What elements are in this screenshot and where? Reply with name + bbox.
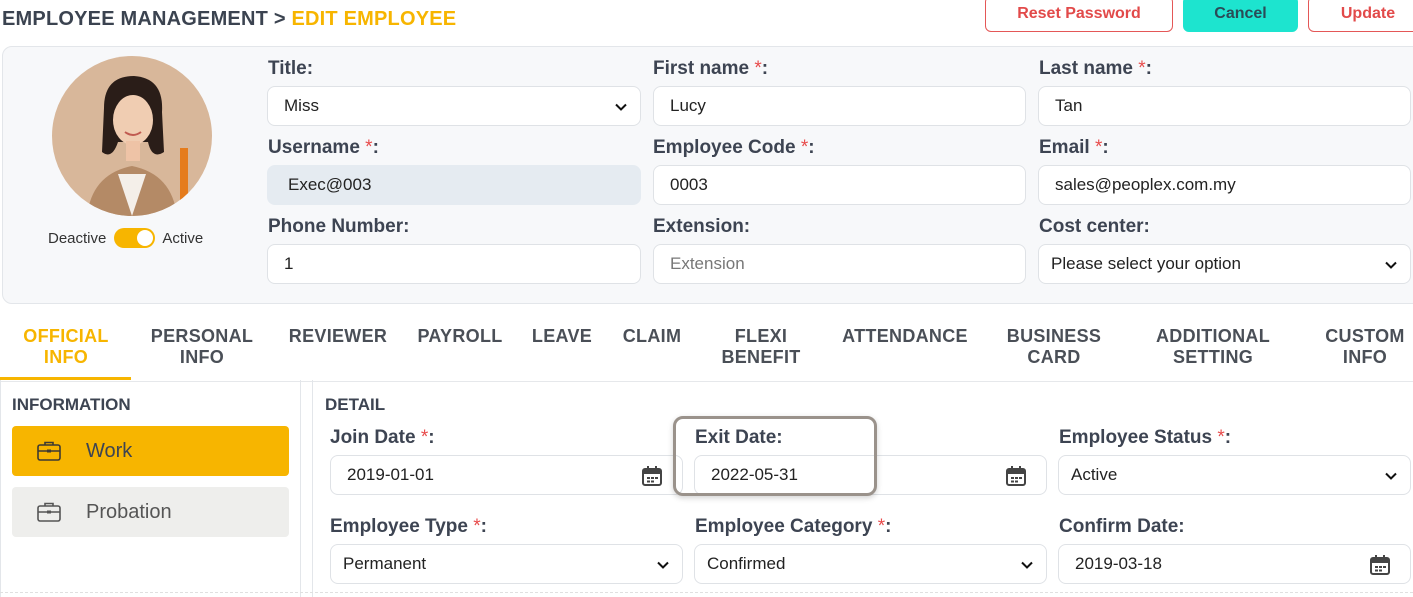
join-date-value: 2019-01-01 — [347, 465, 434, 484]
employee-code-value: 0003 — [670, 175, 708, 194]
deactive-label: Deactive — [48, 229, 107, 247]
employee-category-label: Employee Category *: — [695, 516, 892, 537]
tab-official-info[interactable]: OFFICIAL INFO — [14, 326, 118, 368]
first-name-input[interactable]: Lucy — [653, 86, 1026, 126]
tab-reviewer[interactable]: REVIEWER — [284, 326, 392, 347]
confirm-date-label: Confirm Date: — [1059, 516, 1185, 537]
exit-date-label: Exit Date: — [695, 427, 783, 448]
chevron-down-icon — [657, 561, 669, 569]
cancel-button[interactable]: Cancel — [1183, 0, 1298, 32]
calendar-icon[interactable] — [1368, 553, 1392, 577]
title-value: Miss — [284, 96, 319, 115]
employee-status-label: Employee Status *: — [1059, 427, 1232, 448]
phone-input[interactable]: 1 — [267, 244, 641, 284]
exit-date-value: 2022-05-31 — [711, 465, 798, 484]
username-value: Exec@003 — [288, 175, 372, 194]
employee-code-label: Employee Code *: — [653, 137, 815, 158]
tab-additional-setting[interactable]: ADDITIONAL SETTING — [1148, 326, 1278, 368]
cost-center-value: Please select your option — [1051, 254, 1241, 273]
briefcase-icon — [37, 502, 61, 522]
sidebar-item-work[interactable]: Work — [12, 426, 289, 476]
tab-leave[interactable]: LEAVE — [528, 326, 596, 347]
tab-payroll[interactable]: PAYROLL — [414, 326, 506, 347]
employee-type-value: Permanent — [343, 554, 427, 573]
status-toggle-row: Deactive Active — [48, 228, 203, 248]
chevron-down-icon — [1385, 261, 1397, 269]
breadcrumb: EMPLOYEE MANAGEMENT > EDIT EMPLOYEE — [2, 8, 456, 31]
sidebar-item-label: Work — [86, 439, 133, 462]
active-label: Active — [162, 229, 204, 247]
last-name-label: Last name *: — [1039, 58, 1152, 79]
username-label: Username *: — [268, 137, 379, 158]
information-title: INFORMATION — [12, 395, 131, 414]
reset-password-button[interactable]: Reset Password — [985, 0, 1173, 32]
title-label: Title: — [268, 58, 314, 79]
extension-placeholder: Extension — [670, 254, 745, 273]
cost-center-label: Cost center: — [1039, 216, 1150, 237]
email-value: sales@peoplex.com.my — [1055, 175, 1236, 194]
employee-category-select[interactable]: Confirmed — [694, 544, 1047, 584]
employee-category-value: Confirmed — [707, 554, 786, 573]
chevron-down-icon — [615, 103, 627, 111]
tab-attendance[interactable]: ATTENDANCE — [836, 326, 974, 347]
cost-center-select[interactable]: Please select your option — [1038, 244, 1411, 284]
chevron-down-icon — [1385, 472, 1397, 480]
divider — [0, 592, 1413, 597]
join-date-input[interactable]: 2019-01-01 — [330, 455, 683, 495]
update-button[interactable]: Update — [1308, 0, 1413, 32]
title-select[interactable]: Miss — [267, 86, 641, 126]
avatar-image — [52, 56, 212, 216]
breadcrumb-current: EDIT EMPLOYEE — [291, 8, 457, 30]
last-name-value: Tan — [1055, 96, 1083, 115]
tab-flexi-benefit[interactable]: FLEXI BENEFIT — [716, 326, 806, 368]
employee-type-select[interactable]: Permanent — [330, 544, 683, 584]
join-date-label: Join Date *: — [330, 427, 435, 448]
briefcase-icon — [37, 441, 61, 461]
calendar-icon[interactable] — [1004, 464, 1028, 488]
employee-status-value: Active — [1071, 465, 1118, 484]
extension-input[interactable]: Extension — [653, 244, 1026, 284]
chevron-down-icon — [1021, 561, 1033, 569]
phone-label: Phone Number: — [268, 216, 410, 237]
tab-custom-info[interactable]: CUSTOM INFO — [1320, 326, 1410, 368]
calendar-icon[interactable] — [640, 464, 664, 488]
last-name-input[interactable]: Tan — [1038, 86, 1411, 126]
tab-business-card[interactable]: BUSINESS CARD — [1002, 326, 1106, 368]
breadcrumb-separator: > — [273, 8, 286, 30]
tab-claim[interactable]: CLAIM — [618, 326, 686, 347]
email-label: Email *: — [1039, 137, 1109, 158]
breadcrumb-root[interactable]: EMPLOYEE MANAGEMENT — [2, 8, 268, 30]
employee-code-input[interactable]: 0003 — [653, 165, 1026, 205]
tab-personal-info[interactable]: PERSONAL INFO — [146, 326, 258, 368]
phone-value: 1 — [284, 254, 294, 273]
toggle-knob — [137, 230, 154, 246]
email-input[interactable]: sales@peoplex.com.my — [1038, 165, 1411, 205]
status-toggle[interactable] — [114, 228, 156, 248]
confirm-date-input[interactable]: 2019-03-18 — [1058, 544, 1411, 584]
avatar[interactable] — [52, 56, 212, 216]
confirm-date-value: 2019-03-18 — [1075, 554, 1162, 573]
exit-date-input[interactable]: 2022-05-31 — [694, 455, 1047, 495]
first-name-label: First name *: — [653, 58, 769, 79]
detail-title: DETAIL — [325, 395, 386, 414]
username-input: Exec@003 — [267, 165, 641, 205]
extension-label: Extension: — [653, 216, 751, 237]
employee-status-select[interactable]: Active — [1058, 455, 1411, 495]
employee-type-label: Employee Type *: — [330, 516, 487, 537]
sidebar-item-probation[interactable]: Probation — [12, 487, 289, 537]
sidebar-item-label: Probation — [86, 500, 172, 523]
first-name-value: Lucy — [670, 96, 706, 115]
